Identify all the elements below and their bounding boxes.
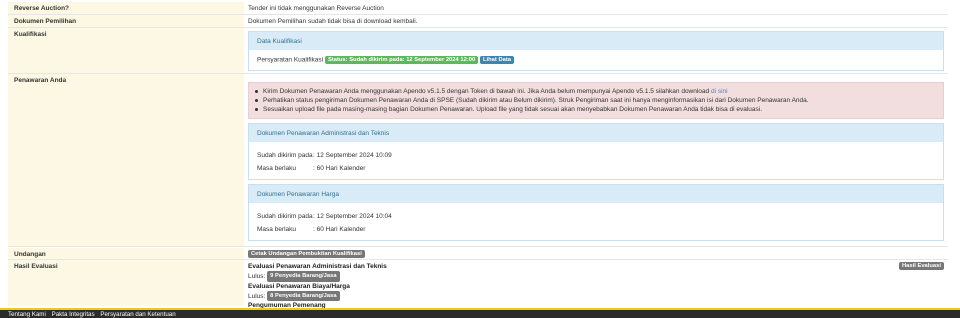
panel-body: Sudah dikirim pada : 12 September 2024 1… [249, 142, 943, 179]
eval-price-line: Lulus: 8 Penyedia Barang/Jasa [248, 290, 944, 301]
row-reverse-auction: Reverse Auction? Tender ini tidak menggu… [8, 2, 948, 15]
lihat-data-button[interactable]: Lihat Data [479, 56, 515, 64]
alert-item: Sesuaikan upload file pada masing-masing… [255, 105, 937, 114]
row-value: Dokumen Pemilihan sudah tidak bisa di do… [244, 15, 948, 27]
panel-body: Persyaratan Kualifikasi Status: Sudah di… [249, 50, 943, 70]
data-kualifikasi-panel: Data Kualifikasi Persyaratan Kualifikasi… [248, 31, 944, 71]
lulus-label: Lulus: [248, 272, 266, 280]
download-link[interactable]: di sini [711, 88, 728, 95]
panel-title: Dokumen Penawaran Harga [249, 185, 943, 203]
footer-link-tentang-kami[interactable]: Tentang Kami [8, 311, 46, 318]
row-label: Hasil Evaluasi [8, 260, 244, 306]
row-value: Tender ini tidak menggunakan Reverse Auc… [244, 2, 948, 14]
row-value: Data Kualifikasi Persyaratan Kualifikasi… [244, 28, 948, 73]
row-dokumen-pemilihan: Dokumen Pemilihan Dokumen Pemilihan suda… [8, 15, 948, 28]
panel-title: Data Kualifikasi [249, 32, 943, 50]
cetak-undangan-button[interactable]: Cetak Undangan Pembuktian Kualifikasi [248, 250, 365, 258]
sent-label: Sudah dikirim pada [257, 213, 313, 220]
valid-label: Masa berlaku [257, 164, 297, 172]
status-badge: Status: Sudah dikirim pada: 12 September… [324, 56, 479, 64]
row-label: Dokumen Pemilihan [8, 15, 244, 27]
footer: Tentang Kami Pakta Integritas Persyarata… [0, 308, 960, 318]
persyaratan-label: Persyaratan Kualifikasi [257, 56, 324, 64]
page: Reverse Auction? Tender ini tidak menggu… [0, 0, 960, 318]
penawaran-alert: Kirim Dokumen Penawaran Anda menggunakan… [248, 82, 944, 119]
alert-item: Perhatikan status pengiriman Dokumen Pen… [255, 96, 937, 105]
row-value: Kirim Dokumen Penawaran Anda menggunakan… [244, 74, 948, 246]
valid-value: : 60 Hari Kalender [313, 164, 366, 172]
valid-row: Masa berlaku : 60 Hari Kalender [257, 224, 935, 237]
sent-row: Sudah dikirim pada : 12 September 2024 1… [257, 150, 935, 163]
lulus-admin-badge: 9 Penyedia Barang/Jasa [267, 271, 340, 282]
row-value: Hasil Evaluasi Evaluasi Penawaran Admini… [244, 260, 948, 309]
panel-title: Dokumen Penawaran Administrasi dan Tekni… [249, 124, 943, 142]
row-value: Cetak Undangan Pembuktian Kualifikasi [244, 248, 948, 259]
alert-item: Kirim Dokumen Penawaran Anda menggunakan… [255, 87, 937, 96]
footer-link-persyaratan[interactable]: Persyaratan dan Ketentuan [100, 311, 175, 318]
row-undangan: Undangan Cetak Undangan Pembuktian Kuali… [8, 248, 948, 260]
lulus-label: Lulus: [248, 292, 266, 300]
row-penawaran: Penawaran Anda Kirim Dokumen Penawaran A… [8, 74, 948, 247]
sent-label: Sudah dikirim pada [257, 152, 313, 159]
valid-row: Masa berlaku : 60 Hari Kalender [257, 163, 935, 176]
price-offer-panel: Dokumen Penawaran Harga Sudah dikirim pa… [248, 184, 944, 241]
row-label: Kualifikasi [8, 28, 244, 73]
row-kualifikasi: Kualifikasi Data Kualifikasi Persyaratan… [8, 28, 948, 74]
admin-offer-panel: Dokumen Penawaran Administrasi dan Tekni… [248, 123, 944, 180]
row-label: Undangan [8, 248, 244, 259]
sent-value: : 12 September 2024 10:04 [313, 213, 392, 220]
sent-value: : 12 September 2024 10:09 [313, 152, 392, 159]
valid-value: : 60 Hari Kalender [313, 225, 366, 233]
lulus-price-badge: 8 Penyedia Barang/Jasa [267, 290, 340, 301]
sent-row: Sudah dikirim pada : 12 September 2024 1… [257, 211, 935, 224]
hasil-evaluasi-button[interactable]: Hasil Evaluasi [899, 262, 944, 270]
footer-link-pakta-integritas[interactable]: Pakta Integritas [52, 311, 95, 318]
eval-price-title: Evaluasi Penawaran Biaya/Harga [248, 282, 350, 290]
row-hasil-evaluasi: Hasil Evaluasi Hasil Evaluasi Evaluasi P… [8, 260, 948, 309]
panel-body: Sudah dikirim pada : 12 September 2024 1… [249, 203, 943, 240]
valid-label: Masa berlaku [257, 225, 297, 233]
row-label: Reverse Auction? [8, 2, 244, 14]
eval-admin-title: Evaluasi Penawaran Administrasi dan Tekn… [248, 263, 387, 270]
eval-admin-line: Lulus: 9 Penyedia Barang/Jasa [248, 271, 944, 282]
row-label: Penawaran Anda [8, 74, 244, 246]
